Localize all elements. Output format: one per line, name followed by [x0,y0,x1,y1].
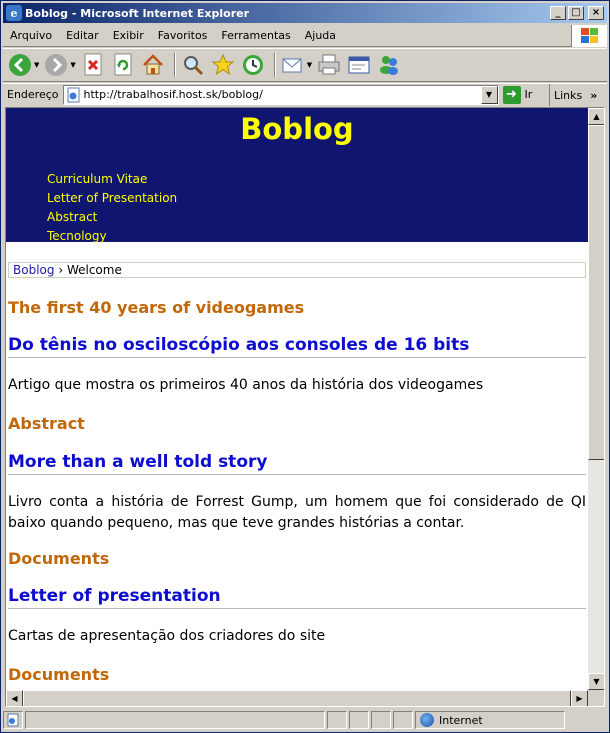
close-button[interactable]: × [588,6,604,20]
links-label: Links [554,88,583,102]
address-label: Endereço [7,88,59,101]
menu-editar[interactable]: Editar [59,29,106,42]
go-label: Ir [524,88,533,101]
article-description: Cartas de apresentação dos criadores do … [8,628,326,644]
breadcrumb-current: Welcome [66,263,122,277]
edit-icon[interactable] [346,52,372,78]
browser-window: e Boblog - Microsoft Internet Explorer _… [0,0,610,733]
ie-logo-icon: e [6,5,22,21]
mail-dropdown-icon[interactable]: ▼ [307,61,312,69]
article-category[interactable]: Documents [8,549,109,568]
print-icon[interactable] [316,52,342,78]
horizontal-scroll-thumb[interactable] [23,690,571,706]
toolbar: ▼ ▼ ▼ [3,48,607,82]
status-pane [371,711,391,729]
article-category[interactable]: Documents [8,665,109,684]
favorites-icon[interactable] [210,52,236,78]
internet-globe-icon [420,713,434,727]
menu-exibir[interactable]: Exibir [106,29,151,42]
nav-link-letter-of-presentation[interactable]: Letter of Presentation [47,189,177,208]
content-viewport: Boblog Curriculum Vitae Letter of Presen… [5,107,605,707]
vertical-scroll-thumb[interactable] [588,125,604,460]
toolbar-separator [273,53,276,77]
forward-icon[interactable] [43,52,69,78]
article-category[interactable]: Abstract [8,414,85,433]
links-chevron-icon[interactable]: » [590,89,597,102]
address-dropdown-icon[interactable]: ▼ [480,85,498,104]
horizontal-scrollbar[interactable]: ◀ ▶ [6,690,588,706]
status-pane [349,711,369,729]
maximize-button[interactable]: □ [568,6,584,20]
scroll-right-icon[interactable]: ▶ [571,690,588,706]
site-nav: Curriculum Vitae Letter of Presentation … [47,170,177,246]
site-header: Boblog Curriculum Vitae Letter of Presen… [6,108,588,243]
window-title: Boblog - Microsoft Internet Explorer [25,6,250,20]
menu-ajuda[interactable]: Ajuda [298,29,343,42]
refresh-icon[interactable] [110,52,136,78]
status-pane [327,711,347,729]
back-dropdown-icon[interactable]: ▼ [34,61,39,69]
vertical-scrollbar[interactable]: ▲ ▼ [588,108,604,690]
status-zone-label: Internet [439,713,483,727]
status-zone: Internet [415,711,565,729]
menu-arquivo[interactable]: Arquivo [3,29,59,42]
menu-bar: Arquivo Editar Exibir Favoritos Ferramen… [3,25,607,47]
menu-favoritos[interactable]: Favoritos [151,29,215,42]
search-icon[interactable] [180,52,206,78]
breadcrumb-separator: › [58,263,64,277]
toolbar-separator [173,53,176,77]
nav-link-curriculum-vitae[interactable]: Curriculum Vitae [47,170,177,189]
article-title[interactable]: Do tênis no osciloscópio aos consoles de… [8,335,586,358]
status-page-icon [3,711,23,729]
status-pane [393,711,413,729]
messenger-icon[interactable] [376,52,402,78]
title-bar: e Boblog - Microsoft Internet Explorer _… [3,3,607,23]
breadcrumb-home-link[interactable]: Boblog [13,263,54,277]
forward-dropdown-icon[interactable]: ▼ [70,61,75,69]
minimize-button[interactable]: _ [550,6,566,20]
windows-logo-icon [571,25,607,47]
status-bar: Internet [3,710,607,730]
article-title[interactable]: Letter of presentation [8,586,586,609]
article-description: Artigo que mostra os primeiros 40 anos d… [8,377,484,393]
links-bar[interactable]: Links » [549,84,607,106]
scroll-up-icon[interactable]: ▲ [588,108,604,125]
address-input[interactable]: http://trabalhosif.host.sk/boblog/ ▼ [62,84,499,105]
go-arrow-icon: ➜ [502,85,521,104]
scroll-left-icon[interactable]: ◀ [6,690,23,706]
article-description: Livro conta a história de Forrest Gump, … [8,494,586,531]
nav-link-abstract[interactable]: Abstract [47,208,177,227]
back-icon[interactable] [7,52,33,78]
breadcrumb: Boblog › Welcome [8,262,586,278]
history-icon[interactable] [240,52,266,78]
web-page: Boblog Curriculum Vitae Letter of Presen… [6,108,588,690]
home-icon[interactable] [140,52,166,78]
address-bar: Endereço http://trabalhosif.host.sk/bobl… [3,83,607,106]
go-button[interactable]: ➜ Ir [502,85,533,104]
article-title[interactable]: More than a well told story [8,452,586,475]
status-text [25,711,325,729]
site-title: Boblog [240,112,354,146]
article-category[interactable]: The first 40 years of videogames [8,298,304,317]
scroll-down-icon[interactable]: ▼ [588,673,604,690]
stop-icon[interactable] [80,52,106,78]
address-url[interactable]: http://trabalhosif.host.sk/boblog/ [84,88,263,101]
menu-ferramentas[interactable]: Ferramentas [214,29,297,42]
scrollbar-corner [588,690,604,706]
page-icon [67,87,79,102]
nav-link-tecnology[interactable]: Tecnology [47,227,177,246]
mail-icon[interactable] [280,52,306,78]
